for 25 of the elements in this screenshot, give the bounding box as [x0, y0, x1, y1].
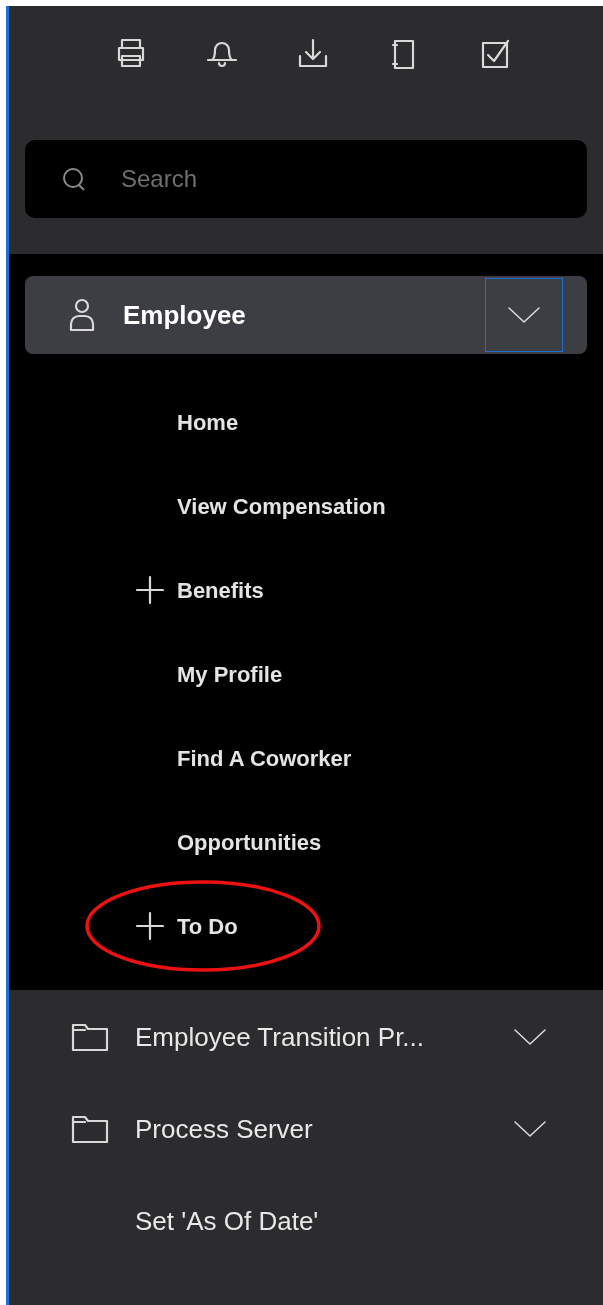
- nav-item-label: Set 'As Of Date': [135, 1204, 319, 1238]
- nav-link[interactable]: Opportunities: [177, 825, 322, 859]
- plus-icon: [135, 575, 165, 605]
- nav-link[interactable]: To Do: [177, 909, 238, 943]
- folder-icon: [71, 1022, 109, 1052]
- nav-item[interactable]: Process Server: [9, 1083, 603, 1175]
- nav-section-header[interactable]: Employee: [25, 276, 587, 354]
- nav-item-label: Process Server: [135, 1112, 313, 1146]
- nav-section-label: Employee: [123, 298, 247, 332]
- nav-link[interactable]: View Compensation: [177, 489, 386, 523]
- search-icon: [61, 166, 87, 192]
- search-field[interactable]: Search: [25, 140, 587, 218]
- nav-link[interactable]: Home: [177, 405, 239, 439]
- nav-link[interactable]: My Profile: [177, 657, 283, 691]
- nav-link[interactable]: Benefits: [177, 573, 264, 607]
- chevron-down-icon: [513, 1119, 547, 1139]
- chevron-down-icon: [507, 305, 541, 325]
- nav-item[interactable]: Set 'As Of Date': [9, 1175, 603, 1267]
- folder-icon: [71, 1114, 109, 1144]
- plus-icon: [135, 911, 165, 941]
- nav-item[interactable]: Employee Transition Pr...: [9, 991, 603, 1083]
- nav-link[interactable]: Find A Coworker: [177, 741, 352, 775]
- chevron-down-icon: [513, 1027, 547, 1047]
- person-icon: [69, 298, 95, 332]
- nav-item-label: Employee Transition Pr...: [135, 1020, 425, 1054]
